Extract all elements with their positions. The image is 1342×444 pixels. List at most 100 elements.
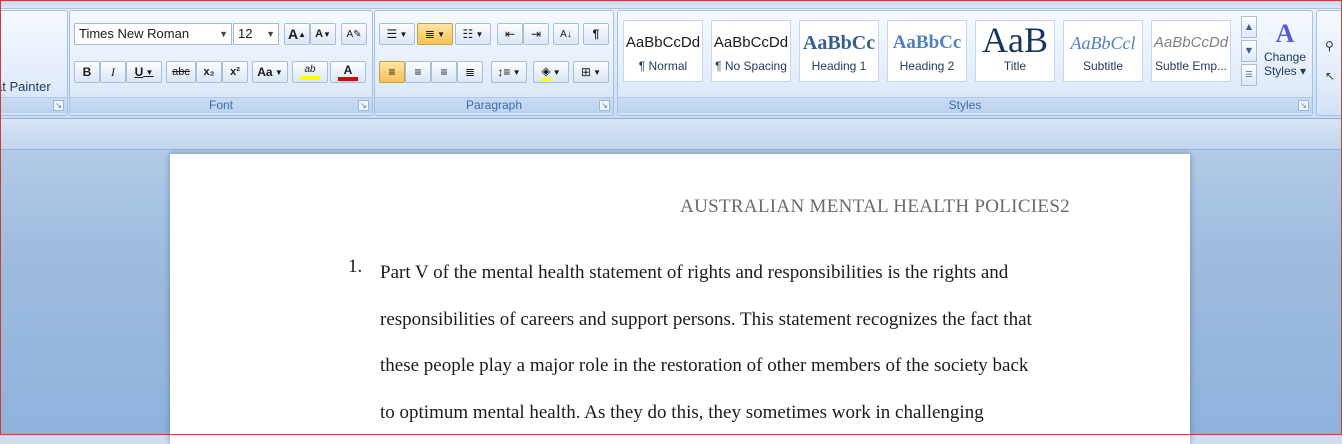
ribbon: at Painter ↘ Times New Roman ▼ 12 ▼ A ▲ A…: [0, 0, 1342, 119]
style-sample: AaBbCcl: [1070, 33, 1136, 53]
change-styles-button[interactable]: A Change Styles ▾: [1260, 18, 1310, 94]
format-painter-button[interactable]: at Painter: [0, 79, 51, 94]
style-gallery-scroll: ▲ ▼ ☰: [1241, 16, 1257, 86]
clipboard-group: at Painter ↘: [0, 10, 68, 116]
style-name: ¶ Normal: [638, 59, 688, 73]
highlight-color-swatch: [300, 76, 320, 80]
shrink-font-button[interactable]: A ▼: [310, 23, 336, 45]
font-color-icon: A: [343, 62, 353, 77]
align-left-icon: ≡: [388, 65, 396, 79]
text-line: responsibilities of careers and support …: [380, 308, 1032, 330]
strikethrough-button[interactable]: abc: [166, 61, 196, 83]
gallery-more-icon[interactable]: ☰: [1241, 64, 1257, 86]
select-icon[interactable]: ↖: [1325, 69, 1335, 83]
paint-bucket-icon: ◈: [541, 64, 551, 81]
style-title[interactable]: AaB Title: [975, 20, 1055, 82]
shading-button[interactable]: ◈ ▼: [533, 61, 569, 83]
font-group-label: Font: [70, 97, 372, 113]
gallery-down-icon[interactable]: ▼: [1241, 40, 1257, 62]
align-right-button[interactable]: ≡: [431, 61, 457, 83]
gallery-up-icon[interactable]: ▲: [1241, 16, 1257, 38]
strikethrough-icon: abc: [172, 66, 190, 78]
borders-icon: ⊞: [580, 65, 591, 79]
change-styles-label-2: Styles ▾: [1263, 64, 1307, 78]
list-number: 1.: [348, 256, 363, 277]
style-sample: AaBbCcDd: [713, 34, 789, 51]
sort-icon: A↓: [560, 28, 572, 40]
align-left-button[interactable]: ≡: [379, 61, 405, 83]
align-right-icon: ≡: [440, 65, 448, 79]
style-no-spacing[interactable]: AaBbCcDd ¶ No Spacing: [711, 20, 791, 82]
show-marks-button[interactable]: ¶: [583, 23, 609, 45]
style-heading-2[interactable]: AaBbCc Heading 2: [887, 20, 967, 82]
pilcrow-icon: ¶: [592, 27, 600, 41]
numbering-button[interactable]: ≣ ▼: [417, 23, 453, 45]
italic-button[interactable]: I: [100, 61, 126, 83]
text-line: these people play a major role in the re…: [380, 355, 1029, 376]
borders-button[interactable]: ⊞ ▼: [573, 61, 609, 83]
style-name: Subtle Emp...: [1154, 59, 1228, 73]
style-gallery: AaBbCcDd ¶ Normal AaBbCcDd ¶ No Spacing …: [623, 20, 1243, 84]
styles-launcher-icon[interactable]: ↘: [1298, 100, 1309, 111]
line-spacing-button[interactable]: ↕≡ ▼: [491, 61, 527, 83]
decrease-indent-button[interactable]: ⇤: [497, 23, 523, 45]
increase-indent-icon: ⇥: [530, 27, 542, 41]
paragraph-launcher-icon[interactable]: ↘: [599, 100, 610, 111]
ribbon-top-strip: [0, 0, 1342, 9]
style-sample: AaBbCc: [802, 32, 876, 54]
font-name-combo[interactable]: Times New Roman ▼: [74, 23, 232, 45]
change-styles-label-1: Change: [1263, 50, 1307, 64]
font-name-value: Times New Roman: [79, 26, 190, 41]
style-name: Subtitle: [1082, 59, 1124, 73]
font-group: Times New Roman ▼ 12 ▼ A ▲ A ▼ A✎ B I U ▼ …: [69, 10, 373, 116]
editing-group: ⚲ ↖: [1316, 10, 1342, 116]
font-launcher-icon[interactable]: ↘: [358, 100, 369, 111]
page-header: AUSTRALIAN MENTAL HEALTH POLICIES2: [680, 196, 1070, 217]
style-name: Heading 2: [899, 59, 955, 73]
highlighter-icon: ab: [304, 64, 316, 75]
style-heading-1[interactable]: AaBbCc Heading 1: [799, 20, 879, 82]
align-center-icon: ≡: [414, 65, 422, 79]
paragraph-text[interactable]: Part V of the mental health statement of…: [380, 250, 1080, 436]
line-spacing-icon: ↕≡: [497, 65, 511, 79]
change-case-button[interactable]: Aa ▼: [252, 61, 288, 83]
font-size-value: 12: [238, 26, 253, 41]
document-area: AUSTRALIAN MENTAL HEALTH POLICIES2 1. Pa…: [0, 119, 1342, 444]
clear-formatting-button[interactable]: A✎: [341, 23, 367, 45]
bold-button[interactable]: B: [74, 61, 100, 83]
style-sample: AaBbCcDd: [1153, 34, 1229, 51]
underline-button[interactable]: U ▼: [126, 61, 162, 83]
align-center-button[interactable]: ≡: [405, 61, 431, 83]
change-case-icon: Aa: [257, 65, 273, 79]
style-name: Title: [1003, 59, 1027, 73]
bullets-button[interactable]: ☰ ▼: [379, 23, 415, 45]
style-subtitle[interactable]: AaBbCcl Subtitle: [1063, 20, 1143, 82]
underline-icon: U: [134, 65, 144, 79]
justify-button[interactable]: ≣: [457, 61, 483, 83]
multilevel-list-icon: ☷: [462, 27, 474, 41]
document-page[interactable]: AUSTRALIAN MENTAL HEALTH POLICIES2 1. Pa…: [170, 154, 1190, 444]
sort-button[interactable]: A↓: [553, 23, 579, 45]
superscript-button[interactable]: x²: [222, 61, 248, 83]
paragraph-group-label: Paragraph: [375, 97, 613, 113]
font-size-combo[interactable]: 12 ▼: [233, 23, 279, 45]
grow-font-button[interactable]: A ▲: [284, 23, 310, 45]
styles-group-label: Styles: [618, 97, 1312, 113]
subscript-button[interactable]: x₂: [196, 61, 222, 83]
text-line: Part V of the mental health statement of…: [380, 262, 1009, 283]
multilevel-list-button[interactable]: ☷ ▼: [455, 23, 491, 45]
style-subtle-emphasis[interactable]: AaBbCcDd Subtle Emp...: [1151, 20, 1231, 82]
chevron-down-icon[interactable]: ▼: [219, 24, 228, 44]
style-sample: AaB: [982, 21, 1048, 59]
superscript-icon: x²: [230, 66, 240, 78]
style-normal[interactable]: AaBbCcDd ¶ Normal: [623, 20, 703, 82]
find-icon[interactable]: ⚲: [1325, 39, 1334, 53]
change-styles-icon: A: [1275, 19, 1295, 48]
font-color-button[interactable]: A: [330, 61, 366, 83]
bullets-icon: ☰: [386, 27, 398, 41]
highlight-button[interactable]: ab: [292, 61, 328, 83]
clipboard-launcher-icon[interactable]: ↘: [53, 100, 64, 111]
chevron-down-icon[interactable]: ▼: [266, 24, 275, 44]
text-line: to optimum mental health. As they do thi…: [380, 401, 984, 423]
increase-indent-button[interactable]: ⇥: [523, 23, 549, 45]
